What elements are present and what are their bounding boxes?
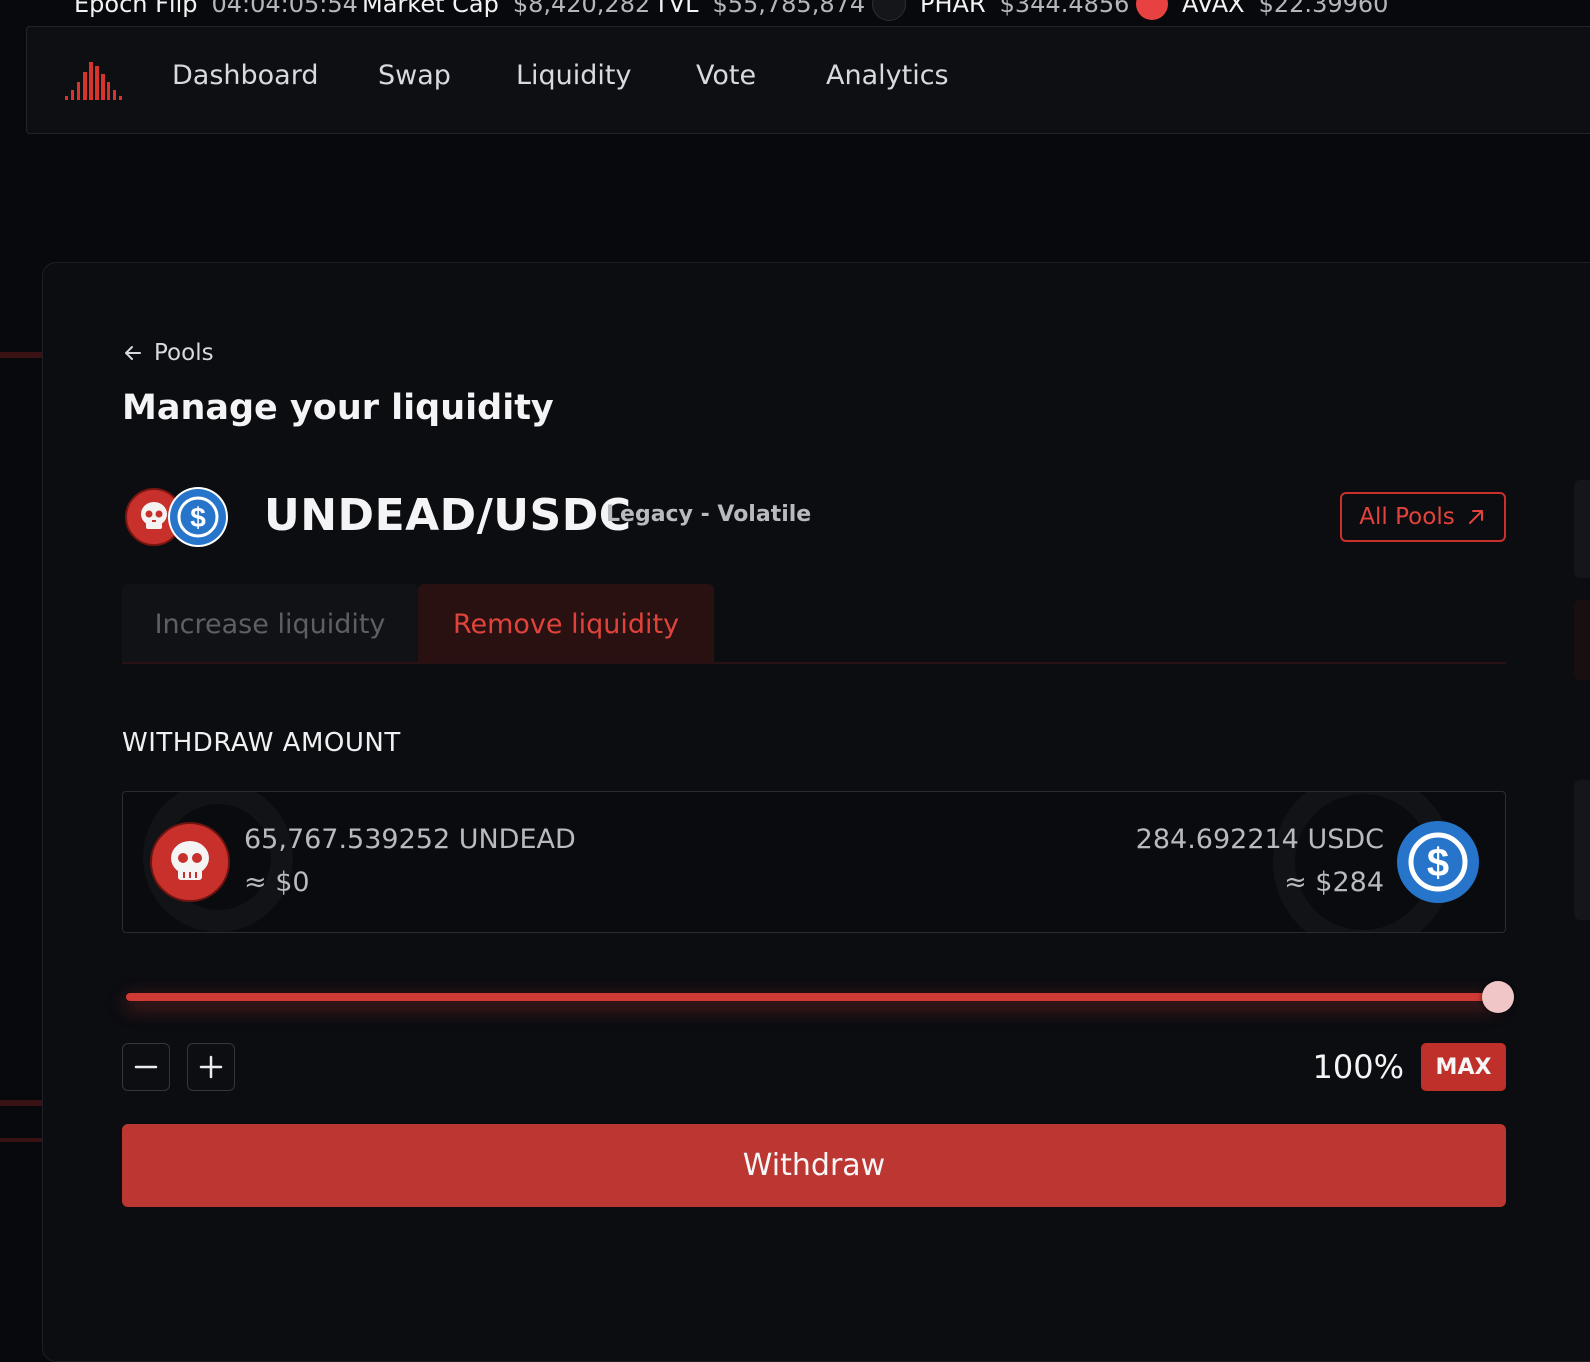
- token0-usd-value: ≈ $0: [244, 867, 310, 898]
- token1-amount: 284.692214 USDC: [1135, 824, 1384, 855]
- back-to-pools-link[interactable]: Pools: [122, 340, 214, 366]
- increase-percent-button[interactable]: [187, 1043, 235, 1091]
- nav-link-swap[interactable]: Swap: [378, 60, 451, 91]
- ticker-label: Market Cap: [362, 0, 499, 18]
- ticker-value: $8,420,282: [512, 0, 651, 18]
- decrease-percent-button[interactable]: [122, 1043, 170, 1091]
- ticker-item-market-cap: Market Cap $8,420,282: [362, 0, 650, 22]
- tab-increase-liquidity[interactable]: Increase liquidity: [122, 584, 418, 664]
- background-accent-line: [0, 1100, 42, 1106]
- minus-icon: [134, 1065, 158, 1069]
- nav-link-dashboard[interactable]: Dashboard: [172, 60, 318, 91]
- ticker-value: 04:04:05:54: [211, 0, 358, 18]
- ticker-value: $22.39960: [1258, 0, 1389, 18]
- background-accent-line: [0, 352, 42, 358]
- ticker-value: $55,785,874: [712, 0, 866, 18]
- page-title: Manage your liquidity: [122, 388, 554, 428]
- tab-remove-liquidity[interactable]: Remove liquidity: [418, 584, 714, 664]
- withdraw-button[interactable]: Withdraw: [122, 1124, 1506, 1207]
- side-panel-edge: [1574, 780, 1590, 920]
- svg-text:$: $: [190, 502, 206, 533]
- back-link-label: Pools: [154, 340, 214, 366]
- token1-usd-value: ≈ $284: [1284, 867, 1384, 898]
- tab-divider: [122, 662, 1506, 664]
- usdc-token-icon: $: [1397, 821, 1479, 903]
- max-button[interactable]: MAX: [1421, 1043, 1506, 1091]
- withdraw-percent-value: 100%: [1312, 1048, 1404, 1086]
- ticker-label: Epoch Flip: [74, 0, 198, 18]
- ticker-label: AVAX: [1182, 0, 1245, 18]
- all-pools-label: All Pools: [1359, 504, 1455, 530]
- plus-icon: [199, 1055, 223, 1079]
- ticker-item-phar: PHAR $344.4856: [872, 0, 1129, 22]
- ticker-label: PHAR: [920, 0, 986, 18]
- nav-link-liquidity[interactable]: Liquidity: [516, 60, 632, 91]
- nav-link-vote[interactable]: Vote: [696, 60, 756, 91]
- side-panel-edge: [1574, 600, 1590, 680]
- phar-coin-icon: [872, 0, 906, 21]
- pharaoh-logo-icon[interactable]: [62, 58, 124, 104]
- external-arrow-icon: [1468, 510, 1483, 524]
- all-pools-button[interactable]: All Pools: [1340, 492, 1506, 542]
- nav-link-analytics[interactable]: Analytics: [826, 60, 949, 91]
- ticker-value: $344.4856: [999, 0, 1130, 18]
- pair-token-icons: $: [125, 487, 228, 547]
- background-accent-line: [0, 1138, 42, 1142]
- pool-type-label: Legacy - Volatile: [606, 502, 812, 527]
- withdraw-amount-box: [122, 791, 1506, 933]
- side-panel-edge: [1574, 480, 1590, 578]
- pool-pair-name: UNDEAD/USDC: [264, 490, 632, 541]
- ticker-label: TVL: [654, 0, 699, 18]
- arrow-left-icon: [125, 346, 141, 360]
- token0-amount: 65,767.539252 UNDEAD: [244, 824, 576, 855]
- usdc-token-icon: $: [168, 487, 228, 547]
- skull-token-icon: [150, 822, 230, 902]
- ticker-item-avax: AVAX $22.39960: [1136, 0, 1388, 22]
- avax-coin-icon: [1136, 0, 1168, 20]
- ticker-item-epoch: Epoch Flip 04:04:05:54: [74, 0, 358, 22]
- withdraw-amount-label: WITHDRAW AMOUNT: [122, 728, 401, 758]
- svg-text:$: $: [1427, 841, 1449, 885]
- ticker-item-tvl: TVL $55,785,874: [654, 0, 865, 22]
- withdraw-slider-thumb[interactable]: [1482, 981, 1514, 1013]
- withdraw-slider-fill: [126, 993, 1498, 1001]
- price-ticker: Epoch Flip 04:04:05:54 Market Cap $8,420…: [0, 0, 1590, 22]
